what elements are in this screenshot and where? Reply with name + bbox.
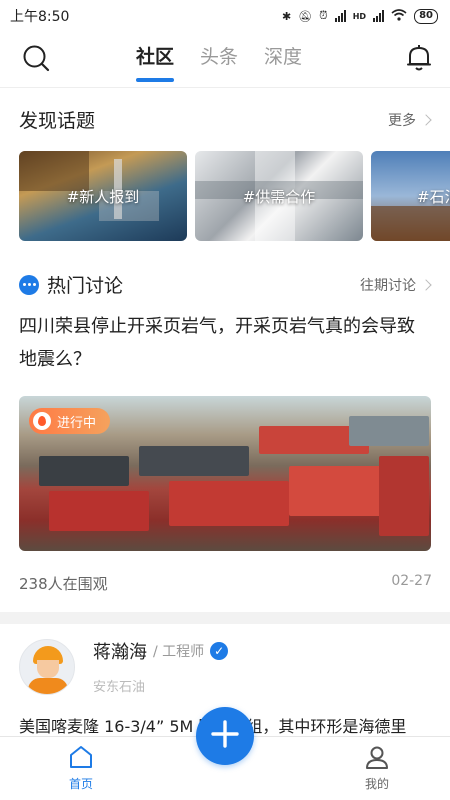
- discussion-date: 02-27: [391, 573, 432, 589]
- signal-icon-2: [373, 10, 385, 22]
- topic-card-supply[interactable]: #供需合作: [195, 151, 363, 241]
- plus-icon: [210, 719, 240, 753]
- bluetooth-icon: ✱: [281, 9, 292, 23]
- status-bar: 上午8:50 ✱ 🔕︎ ⏰︎ HD 80: [0, 0, 450, 32]
- signal-icon: [334, 10, 346, 22]
- home-icon: [68, 745, 94, 772]
- badge-label: 进行中: [57, 415, 97, 431]
- tab-community[interactable]: 社区: [136, 42, 175, 82]
- battery-indicator: 80: [414, 8, 438, 24]
- topics-carousel[interactable]: #新人报到 #供需合作 #石油: [0, 151, 450, 241]
- status-icons: ✱ 🔕︎ ⏰︎ HD 80: [281, 8, 438, 24]
- topic-label: #新人报到: [66, 187, 140, 206]
- discussion-question[interactable]: 四川荣县停止开采页岩气，开采页岩气真的会导致地震么？: [0, 310, 450, 376]
- user-icon: [364, 745, 390, 772]
- author-company: 安东石油: [93, 680, 146, 695]
- hot-header: 热门讨论 往期讨论: [0, 271, 450, 298]
- topic-label: #石油: [417, 187, 450, 206]
- topics-more-label: 更多: [388, 112, 416, 129]
- topic-card-newcomer[interactable]: #新人报到: [19, 151, 187, 241]
- post-header: 蒋瀚海 / 工程师 ✓ 安东石油: [0, 624, 450, 695]
- nav-home[interactable]: 首页: [68, 745, 94, 792]
- topics-header: 发现话题 更多: [0, 106, 450, 133]
- section-divider: [0, 612, 450, 624]
- add-post-button[interactable]: [196, 707, 254, 765]
- flame-icon: [33, 412, 51, 430]
- author-name[interactable]: 蒋瀚海: [93, 638, 147, 664]
- status-time: 上午8:50: [10, 9, 70, 25]
- chat-bubble-icon: [19, 274, 39, 295]
- nav-mine[interactable]: 我的: [364, 745, 390, 792]
- mute-icon: 🔕︎: [298, 9, 313, 23]
- hot-title: 热门讨论: [47, 275, 124, 297]
- past-discussions-link[interactable]: 往期讨论: [360, 275, 432, 295]
- app-header: 社区 头条 深度: [0, 32, 450, 88]
- chevron-right-icon: [420, 278, 432, 291]
- tab-depth[interactable]: 深度: [264, 42, 302, 82]
- top-tabs: 社区 头条 深度: [136, 42, 302, 82]
- verified-icon: ✓: [210, 642, 229, 660]
- topics-more-link[interactable]: 更多: [388, 110, 432, 130]
- tab-headlines[interactable]: 头条: [200, 42, 238, 82]
- chevron-right-icon: [420, 113, 432, 126]
- watchers-count: 238人在围观: [19, 575, 108, 593]
- wifi-icon: [391, 8, 407, 24]
- topic-card-oil[interactable]: #石油: [371, 151, 450, 241]
- hot-title-group: 热门讨论: [19, 271, 123, 298]
- topics-title: 发现话题: [19, 110, 96, 132]
- avatar[interactable]: [19, 638, 75, 695]
- discussion-image[interactable]: 进行中: [19, 396, 431, 551]
- bell-icon[interactable]: [406, 44, 432, 76]
- in-progress-badge: 进行中: [29, 408, 111, 434]
- author-info: 蒋瀚海 / 工程师 ✓ 安东石油: [93, 638, 229, 695]
- author-role: / 工程师: [153, 644, 205, 660]
- alarm-icon: ⏰︎: [319, 9, 328, 22]
- topic-label: #供需合作: [242, 187, 316, 206]
- nav-mine-label: 我的: [364, 777, 389, 791]
- nav-home-label: 首页: [68, 777, 93, 791]
- discussion-meta: 238人在围观 02-27: [0, 573, 450, 594]
- search-icon[interactable]: [22, 44, 50, 76]
- past-discussions-label: 往期讨论: [360, 277, 416, 294]
- bottom-nav: 首页 我的: [0, 707, 450, 800]
- network-label: HD: [352, 11, 367, 21]
